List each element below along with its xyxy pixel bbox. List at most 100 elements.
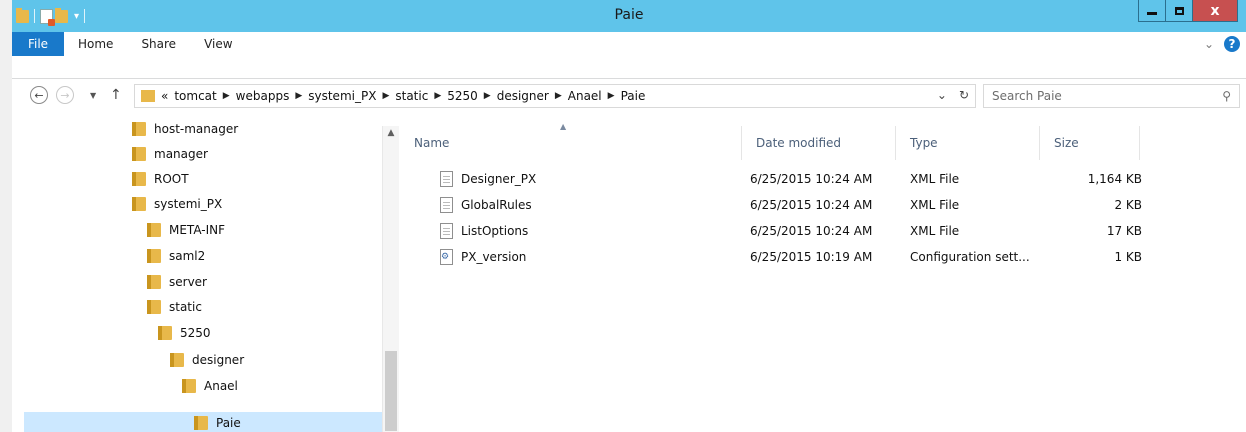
ribbon-tabs: File Home Share View: [12, 32, 247, 56]
column-header-name[interactable]: Name: [400, 126, 742, 160]
navigation-pane: host-manager manager ROOT systemi_PX MET…: [12, 118, 398, 432]
breadcrumb-item[interactable]: webapps: [236, 89, 290, 103]
search-box[interactable]: Search Paie ⚲: [983, 84, 1240, 108]
tree-item[interactable]: ROOT: [132, 168, 189, 190]
tree-item-label: manager: [154, 147, 208, 161]
xml-file-icon: [440, 171, 453, 187]
chevron-right-icon[interactable]: ▶: [223, 91, 230, 101]
tree-item[interactable]: manager: [132, 143, 208, 165]
folder-icon: [158, 326, 172, 340]
folder-icon: [132, 172, 146, 186]
date-cell: 6/25/2015 10:24 AM: [750, 172, 873, 186]
window-controls: x: [1138, 0, 1238, 22]
size-cell: 2 KB: [1114, 198, 1142, 212]
xml-file-icon: [440, 197, 453, 213]
breadcrumb-overflow-icon[interactable]: «: [161, 89, 168, 103]
type-cell: XML File: [910, 224, 960, 238]
tree-item-label: systemi_PX: [154, 197, 223, 211]
size-cell: 1,164 KB: [1087, 172, 1142, 186]
maximize-button[interactable]: [1165, 0, 1193, 22]
tree-item[interactable]: server: [147, 271, 207, 293]
file-row[interactable]: GlobalRules 6/25/2015 10:24 AM XML File …: [414, 192, 1154, 218]
tab-view[interactable]: View: [190, 32, 246, 56]
tree-item[interactable]: static: [147, 296, 202, 318]
type-cell: XML File: [910, 198, 960, 212]
type-cell: Configuration sett...: [910, 250, 1030, 264]
file-row[interactable]: PX_version 6/25/2015 10:19 AM Configurat…: [414, 244, 1154, 270]
tree-item[interactable]: META-INF: [147, 219, 225, 241]
chevron-right-icon[interactable]: ▶: [434, 91, 441, 101]
breadcrumb-item[interactable]: Paie: [621, 89, 646, 103]
breadcrumb-item[interactable]: tomcat: [174, 89, 216, 103]
chevron-right-icon[interactable]: ▶: [382, 91, 389, 101]
file-name: PX_version: [461, 250, 527, 264]
tree-item[interactable]: saml2: [147, 245, 205, 267]
tree-item[interactable]: Anael: [182, 375, 238, 397]
scroll-up-icon[interactable]: ▲: [383, 126, 399, 140]
file-list: ▲ Name Date modified Type Size Designer_…: [400, 118, 1246, 432]
tree-item[interactable]: designer: [170, 349, 244, 371]
size-cell: 17 KB: [1106, 224, 1142, 238]
xml-file-icon: [440, 223, 453, 239]
tree-item[interactable]: systemi_PX: [132, 193, 222, 215]
search-placeholder: Search Paie: [992, 89, 1062, 103]
up-button[interactable]: ↑: [110, 87, 122, 103]
folder-icon: [147, 275, 161, 289]
folder-icon: [182, 379, 196, 393]
tree-item-label: Anael: [204, 379, 238, 393]
file-name: ListOptions: [461, 224, 529, 238]
chevron-right-icon[interactable]: ▶: [555, 91, 562, 101]
chevron-right-icon[interactable]: ▶: [608, 91, 615, 101]
tree-item-label: saml2: [169, 249, 206, 263]
column-header-type[interactable]: Type: [896, 126, 1040, 160]
background-desktop: [0, 0, 12, 432]
address-history-icon[interactable]: ⌄: [937, 88, 947, 102]
type-cell: XML File: [910, 172, 960, 186]
close-button[interactable]: x: [1192, 0, 1238, 22]
tree-item[interactable]: host-manager: [132, 118, 238, 140]
chevron-right-icon[interactable]: ▶: [295, 91, 302, 101]
tree-item-label: Paie: [216, 416, 241, 430]
breadcrumb-item[interactable]: designer: [497, 89, 549, 103]
scrollbar-thumb[interactable]: [385, 351, 397, 431]
tab-home[interactable]: Home: [64, 32, 127, 56]
date-cell: 6/25/2015 10:19 AM: [750, 250, 873, 264]
back-button[interactable]: ←: [30, 86, 48, 104]
address-bar[interactable]: « tomcat ▶ webapps ▶ systemi_PX ▶ static…: [134, 84, 976, 108]
explorer-window: ▾ Paie x File Home Share View ⌄ ? ← → ▼ …: [12, 0, 1246, 432]
ribbon-right-controls: ⌄ ?: [1204, 36, 1240, 52]
config-file-icon: [440, 249, 453, 265]
tree-item[interactable]: 5250: [158, 322, 211, 344]
ribbon: File Home Share View ⌄ ?: [12, 32, 1246, 79]
file-name-cell: PX_version: [440, 244, 526, 270]
file-name: Designer_PX: [461, 172, 537, 186]
help-icon[interactable]: ?: [1224, 36, 1240, 52]
chevron-right-icon[interactable]: ▶: [484, 91, 491, 101]
tree-item-label: 5250: [180, 326, 211, 340]
tree-item-selected[interactable]: Paie: [24, 412, 382, 432]
file-row[interactable]: ListOptions 6/25/2015 10:24 AM XML File …: [414, 218, 1154, 244]
folder-icon: [147, 300, 161, 314]
folder-icon: [132, 122, 146, 136]
breadcrumb-item[interactable]: systemi_PX: [308, 89, 376, 103]
search-icon[interactable]: ⚲: [1222, 89, 1231, 103]
close-icon: x: [1210, 2, 1220, 19]
breadcrumb-item[interactable]: Anael: [568, 89, 602, 103]
breadcrumb-item[interactable]: 5250: [447, 89, 478, 103]
tab-share[interactable]: Share: [127, 32, 190, 56]
minimize-button[interactable]: [1138, 0, 1166, 22]
recent-locations-icon[interactable]: ▼: [90, 91, 96, 100]
expand-ribbon-icon[interactable]: ⌄: [1204, 37, 1214, 51]
title-bar[interactable]: ▾ Paie x: [12, 0, 1246, 32]
file-row[interactable]: Designer_PX 6/25/2015 10:24 AM XML File …: [414, 166, 1154, 192]
column-header-date-modified[interactable]: Date modified: [742, 126, 896, 160]
column-header-size[interactable]: Size: [1040, 126, 1140, 160]
tree-item-label: host-manager: [154, 122, 239, 136]
refresh-icon[interactable]: ↻: [959, 88, 969, 102]
navigation-scrollbar[interactable]: ▲: [382, 126, 399, 432]
breadcrumb-item[interactable]: static: [395, 89, 428, 103]
folder-icon: [141, 90, 155, 102]
forward-button[interactable]: →: [56, 86, 74, 104]
tab-file[interactable]: File: [12, 32, 64, 56]
folder-icon: [132, 197, 146, 211]
